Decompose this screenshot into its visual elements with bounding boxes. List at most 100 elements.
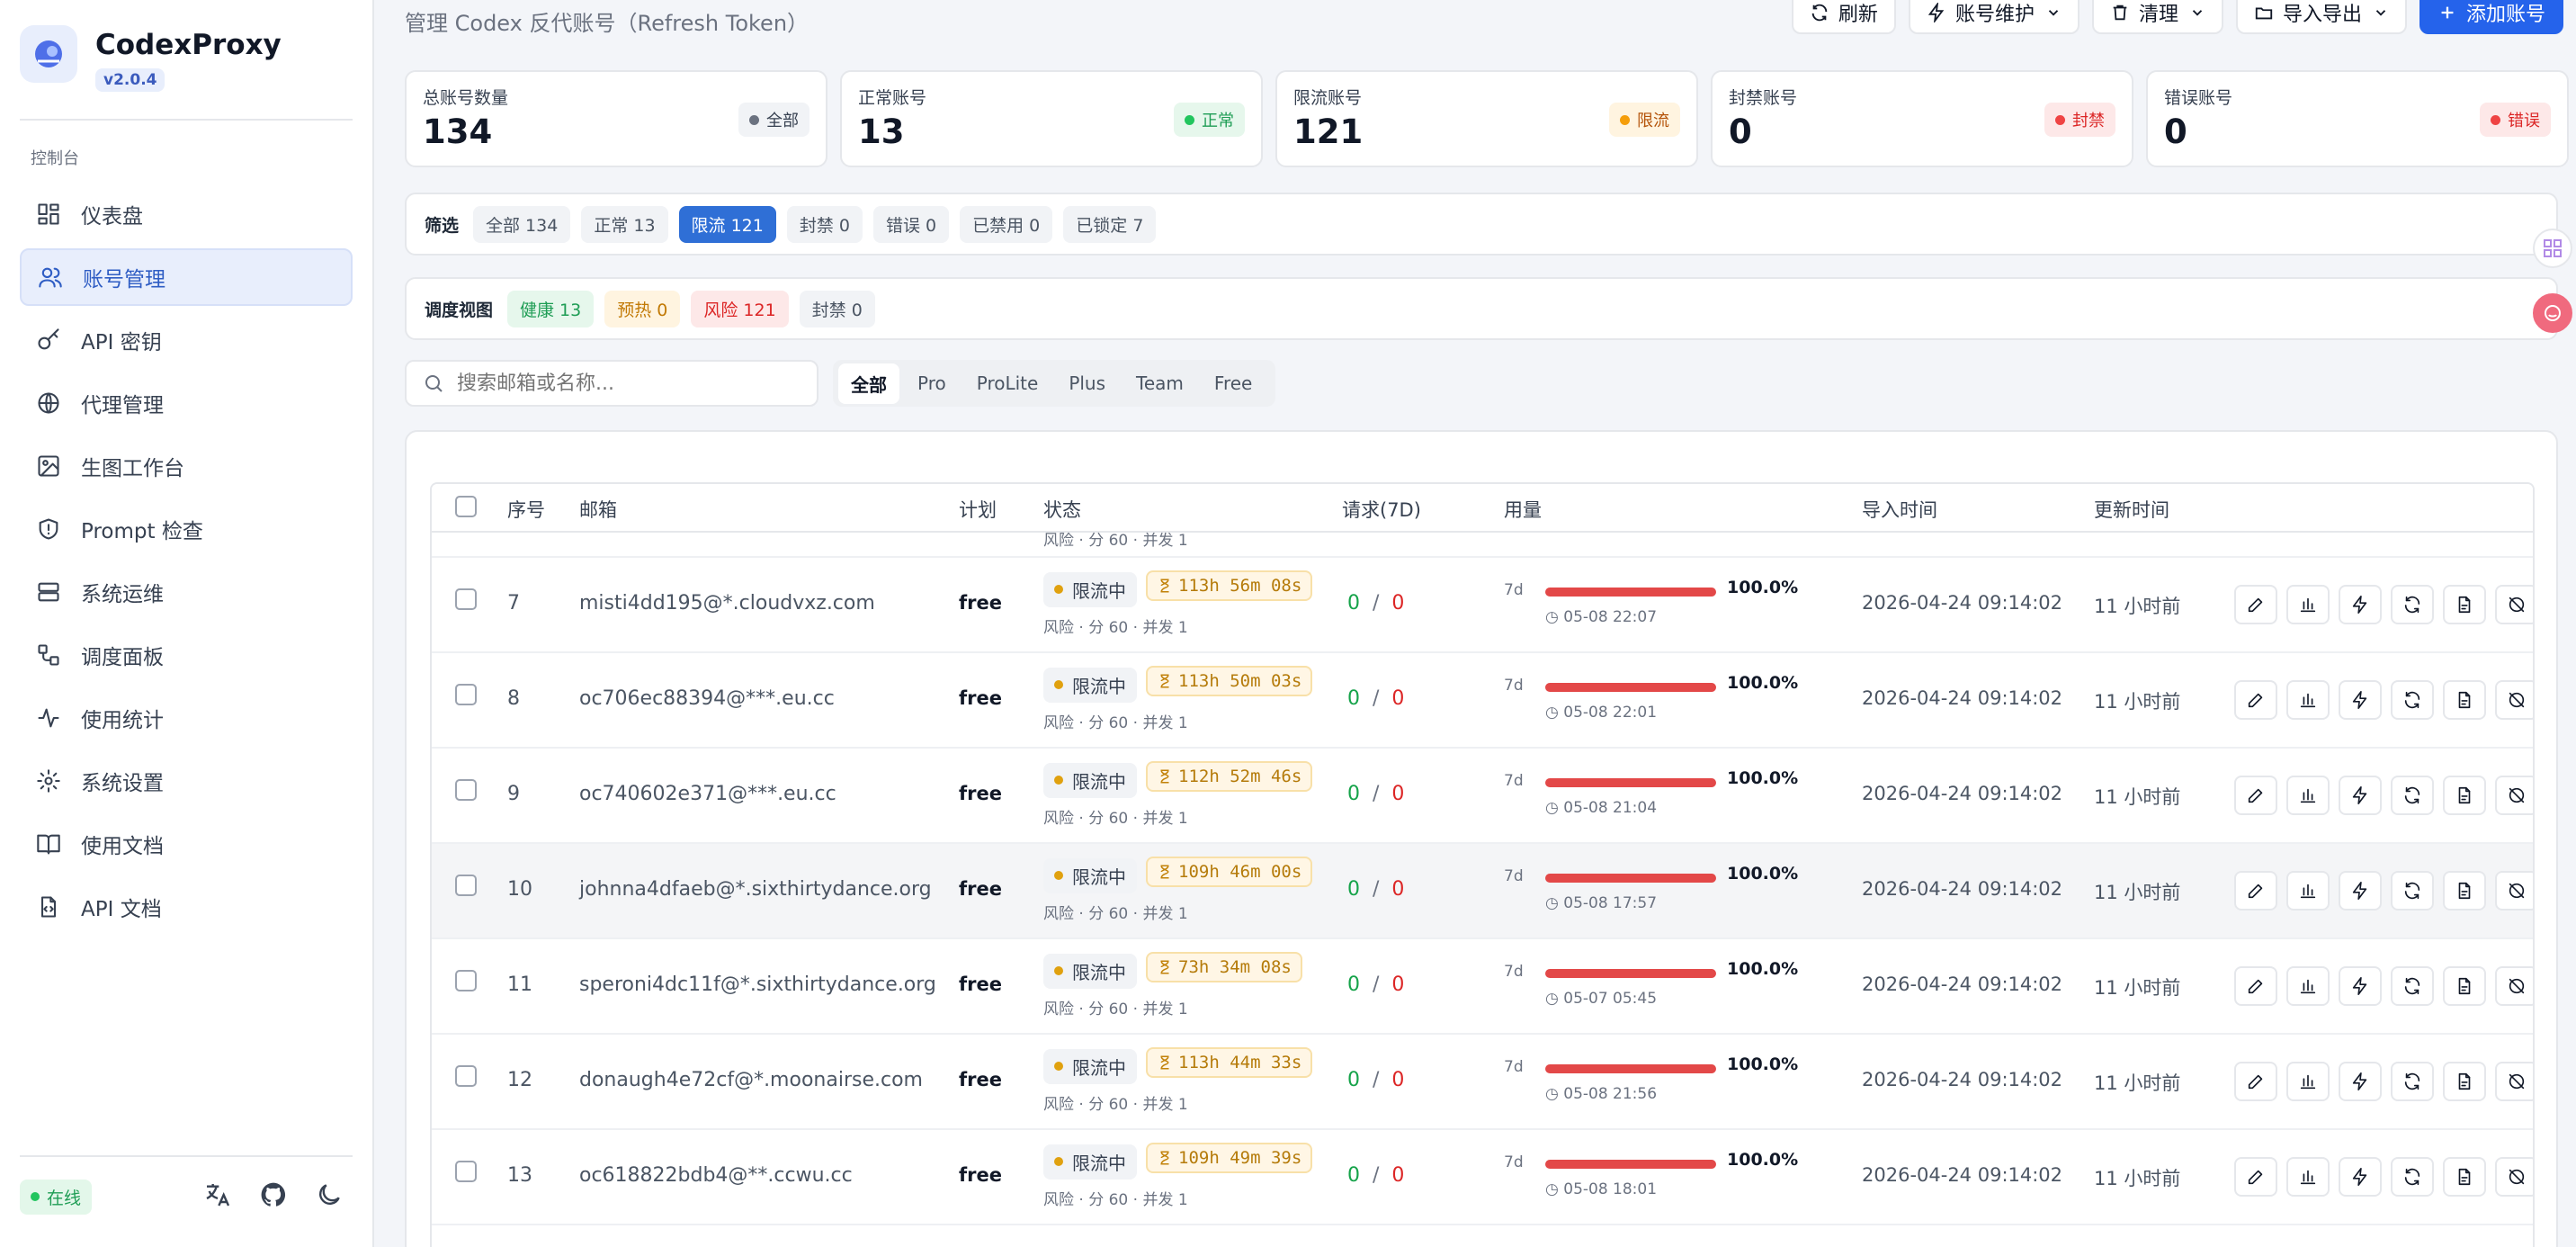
file-button[interactable]: [2443, 585, 2486, 624]
edit-button[interactable]: [2234, 585, 2277, 624]
add-account-button[interactable]: 添加账号: [2419, 0, 2563, 34]
edit-button[interactable]: [2234, 776, 2277, 815]
filter-chip[interactable]: 封禁 0: [786, 205, 863, 243]
row-checkbox[interactable]: [455, 875, 477, 896]
assistant-float-button[interactable]: [2533, 293, 2572, 333]
refresh-button[interactable]: [2391, 871, 2434, 911]
refresh-button[interactable]: [2391, 585, 2434, 624]
refresh-button[interactable]: [2391, 966, 2434, 1006]
status-dot: [1054, 1157, 1063, 1166]
file-button[interactable]: [2443, 871, 2486, 911]
schedule-chip[interactable]: 风险 121: [691, 290, 789, 327]
chevron-down-icon: [2048, 10, 2059, 16]
file-button[interactable]: [2443, 966, 2486, 1006]
chart-button[interactable]: [2286, 776, 2330, 815]
dark-mode-icon[interactable]: [315, 1180, 344, 1213]
sidebar-item-0[interactable]: 仪表盘: [20, 185, 353, 243]
sidebar-item-5[interactable]: Prompt 检查: [20, 500, 353, 558]
sidebar-item-6[interactable]: 系统运维: [20, 563, 353, 621]
sidebar-item-11[interactable]: API 文档: [20, 878, 353, 936]
schedule-chip[interactable]: 健康 13: [507, 290, 595, 327]
row-checkbox[interactable]: [455, 1161, 477, 1182]
zap-button[interactable]: [2339, 585, 2382, 624]
plan-tab[interactable]: ProLite: [964, 365, 1051, 401]
edit-button[interactable]: [2234, 680, 2277, 720]
sidebar-item-3[interactable]: 代理管理: [20, 374, 353, 432]
refresh-button[interactable]: [2391, 1157, 2434, 1197]
pause-button[interactable]: [2495, 966, 2533, 1006]
sidebar-item-7[interactable]: 调度面板: [20, 626, 353, 684]
clock-icon: ◷: [1545, 894, 1564, 912]
select-all-checkbox[interactable]: [455, 496, 477, 517]
refresh-button[interactable]: [2391, 1062, 2434, 1101]
chart-button[interactable]: [2286, 871, 2330, 911]
sidebar-item-1[interactable]: 账号管理: [20, 248, 353, 306]
row-actions: [2234, 680, 2533, 720]
edit-button[interactable]: [2234, 1062, 2277, 1101]
pause-button[interactable]: [2495, 871, 2533, 911]
file-button[interactable]: [2443, 776, 2486, 815]
zap-button[interactable]: [2339, 871, 2382, 911]
apps-float-button[interactable]: [2533, 229, 2572, 268]
chart-button[interactable]: [2286, 1157, 2330, 1197]
filter-chip[interactable]: 限流 121: [678, 205, 776, 243]
schedule-chip[interactable]: 封禁 0: [799, 290, 875, 327]
sidebar-item-9[interactable]: 系统设置: [20, 752, 353, 810]
pause-icon: [2509, 597, 2525, 613]
edit-button[interactable]: [2234, 1157, 2277, 1197]
refresh-button[interactable]: [2391, 776, 2434, 815]
pause-button[interactable]: [2495, 1062, 2533, 1101]
brand[interactable]: CodexProxy v2.0.4: [20, 25, 282, 92]
file-button[interactable]: [2443, 1062, 2486, 1101]
row-checkbox[interactable]: [455, 970, 477, 991]
edit-button[interactable]: [2234, 966, 2277, 1006]
refresh-button[interactable]: 刷新: [1791, 0, 1896, 34]
file-button[interactable]: [2443, 680, 2486, 720]
chart-button[interactable]: [2286, 1062, 2330, 1101]
sidebar-nav: 仪表盘 账号管理 API 密钥 代理管理 生图工作台 Prompt 检查 系统运维 调度面板使…: [20, 185, 353, 941]
plan-tab[interactable]: Free: [1202, 365, 1265, 401]
filter-chip[interactable]: 正常 13: [581, 205, 668, 243]
translate-icon[interactable]: [203, 1180, 232, 1213]
plan-tab[interactable]: Plus: [1056, 365, 1118, 401]
row-checkbox[interactable]: [455, 588, 477, 610]
schedule-chip[interactable]: 预热 0: [604, 290, 681, 327]
plan-tab[interactable]: Team: [1123, 365, 1196, 401]
pause-button[interactable]: [2495, 680, 2533, 720]
filter-chip[interactable]: 错误 0: [873, 205, 950, 243]
zap-button[interactable]: [2339, 1157, 2382, 1197]
account-maintain-button[interactable]: 账号维护: [1908, 0, 2080, 34]
zap-button[interactable]: [2339, 776, 2382, 815]
row-checkbox[interactable]: [455, 779, 477, 801]
filter-chip[interactable]: 全部 134: [473, 205, 571, 243]
chart-button[interactable]: [2286, 585, 2330, 624]
zap-button[interactable]: [2339, 680, 2382, 720]
row-checkbox[interactable]: [455, 1065, 477, 1087]
row-requests: 0 / 0: [1347, 1069, 1404, 1091]
pause-button[interactable]: [2495, 1157, 2533, 1197]
chart-button[interactable]: [2286, 966, 2330, 1006]
file-button[interactable]: [2443, 1157, 2486, 1197]
row-updated-time: 11 小时前: [2094, 1072, 2181, 1094]
filter-chip[interactable]: 已锁定 7: [1063, 205, 1157, 243]
row-checkbox[interactable]: [455, 684, 477, 705]
chart-button[interactable]: [2286, 680, 2330, 720]
sidebar-item-8[interactable]: 使用统计: [20, 689, 353, 747]
sidebar-item-4[interactable]: 生图工作台: [20, 437, 353, 495]
edit-icon: [2248, 788, 2263, 803]
sidebar-item-10[interactable]: 使用文档: [20, 815, 353, 873]
edit-button[interactable]: [2234, 871, 2277, 911]
plan-tab[interactable]: Pro: [905, 365, 959, 401]
pause-button[interactable]: [2495, 776, 2533, 815]
plan-tab[interactable]: 全部: [838, 363, 899, 404]
zap-button[interactable]: [2339, 966, 2382, 1006]
sidebar-item-2[interactable]: API 密钥: [20, 311, 353, 369]
search-input[interactable]: [457, 372, 799, 395]
refresh-button[interactable]: [2391, 680, 2434, 720]
clean-button[interactable]: 清理: [2091, 0, 2223, 34]
filter-chip[interactable]: 已禁用 0: [960, 205, 1053, 243]
github-icon[interactable]: [259, 1180, 288, 1213]
pause-button[interactable]: [2495, 585, 2533, 624]
zap-button[interactable]: [2339, 1062, 2382, 1101]
import-export-button[interactable]: 导入导出: [2235, 0, 2407, 34]
